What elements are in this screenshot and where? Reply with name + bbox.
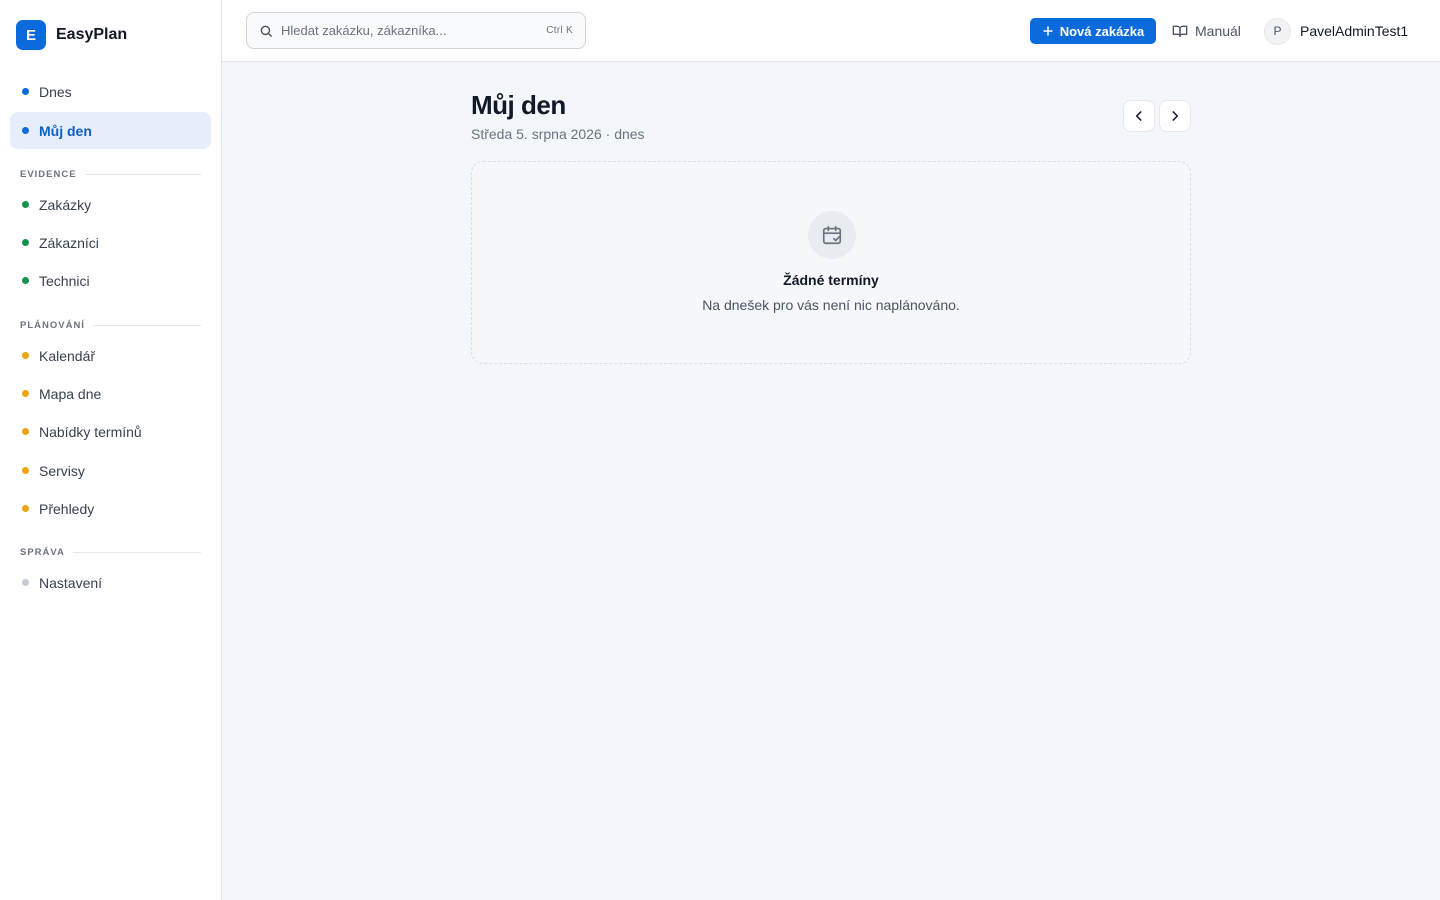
- page-title: Můj den: [471, 90, 566, 120]
- sidebar-item-zakaznici[interactable]: Zákazníci: [10, 224, 211, 261]
- sidebar-item-label: Nabídky termínů: [39, 423, 142, 440]
- sidebar-item-label: Zákazníci: [39, 234, 99, 251]
- brand[interactable]: E EasyPlan: [16, 20, 127, 50]
- empty-state-text: Na dnešek pro vás není nic naplánováno.: [702, 297, 960, 313]
- status-dot: [22, 201, 29, 208]
- sidebar-item-servisy[interactable]: Servisy: [10, 452, 211, 489]
- chevron-right-icon: [1172, 111, 1179, 121]
- sidebar-item-kalendar[interactable]: Kalendář: [10, 337, 211, 374]
- new-order-label: Nová zakázka: [1059, 23, 1145, 39]
- section-label-evidence: EVIDENCE: [20, 167, 201, 181]
- sidebar: E EasyPlan Dnes Můj den EVIDENCE Zakázky…: [0, 0, 222, 900]
- brand-name: EasyPlan: [56, 26, 128, 43]
- empty-state-icon-wrap: [808, 211, 856, 259]
- topbar: Ctrl K Nová zakázka Manuál P PavelAdminT…: [222, 0, 1440, 62]
- calendar-check-icon: [822, 225, 842, 245]
- sidebar-item-label: Mapa dne: [39, 385, 102, 402]
- user-menu[interactable]: P PavelAdminTest1: [1264, 17, 1408, 45]
- sidebar-item-label: Přehledy: [39, 500, 95, 517]
- section-label-planovani: PLÁNOVÁNÍ: [20, 318, 201, 332]
- previous-day-button[interactable]: [1123, 100, 1155, 132]
- status-dot: [22, 467, 29, 474]
- sidebar-item-label: Můj den: [39, 122, 92, 139]
- status-dot: [22, 505, 29, 512]
- page-subtitle: Středa 5. srpna 2026 · dnes: [471, 126, 645, 142]
- next-day-button[interactable]: [1159, 100, 1191, 132]
- book-icon: [1172, 25, 1188, 37]
- plus-icon: [1042, 26, 1053, 36]
- search-shortcut: Ctrl K: [546, 25, 573, 36]
- sidebar-item-label: Zakázky: [39, 196, 92, 213]
- chevron-left-icon: [1135, 111, 1142, 121]
- status-dot: [22, 390, 29, 397]
- sidebar-item-label: Servisy: [39, 462, 85, 479]
- section-label-sprava: SPRÁVA: [20, 545, 201, 559]
- search-icon: [260, 25, 272, 37]
- sidebar-item-label: Nastavení: [39, 574, 103, 591]
- status-dot: [22, 277, 29, 284]
- status-dot: [22, 579, 29, 586]
- sidebar-item-label: Dnes: [39, 83, 72, 100]
- sidebar-item-muj-den[interactable]: Můj den: [10, 112, 211, 149]
- sidebar-item-nabidky-terminu[interactable]: Nabídky termínů: [10, 413, 211, 450]
- status-dot: [22, 239, 29, 246]
- status-dot: [22, 352, 29, 359]
- sidebar-item-mapa-dne[interactable]: Mapa dne: [10, 375, 211, 412]
- status-dot: [22, 88, 29, 95]
- avatar: P: [1264, 17, 1291, 45]
- search-box[interactable]: Ctrl K: [246, 12, 586, 49]
- sidebar-item-prehledy[interactable]: Přehledy: [10, 490, 211, 527]
- sidebar-item-nastaveni[interactable]: Nastavení: [10, 564, 211, 601]
- sidebar-item-label: Technici: [39, 272, 90, 289]
- manual-label: Manuál: [1195, 23, 1241, 39]
- sidebar-item-dnes[interactable]: Dnes: [10, 73, 211, 110]
- empty-state-title: Žádné termíny: [783, 272, 879, 288]
- search-input[interactable]: [281, 23, 539, 38]
- sidebar-item-label: Kalendář: [39, 347, 96, 364]
- new-order-button[interactable]: Nová zakázka: [1030, 18, 1156, 44]
- empty-state-card: Žádné termíny Na dnešek pro vás není nic…: [471, 161, 1191, 364]
- manual-link[interactable]: Manuál: [1172, 18, 1241, 44]
- status-dot: [22, 428, 29, 435]
- sidebar-item-technici[interactable]: Technici: [10, 262, 211, 299]
- user-name: PavelAdminTest1: [1300, 23, 1409, 39]
- brand-logo: E: [16, 20, 46, 50]
- status-dot: [22, 127, 29, 134]
- sidebar-item-zakazky[interactable]: Zakázky: [10, 186, 211, 223]
